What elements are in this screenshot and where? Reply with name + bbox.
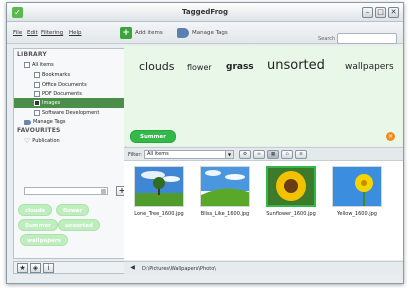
thumbnail-sunflower[interactable]: [266, 166, 316, 207]
sidebar-item-label: Publication: [32, 138, 60, 144]
thumbnail-bliss-like[interactable]: [200, 166, 250, 207]
document-icon: [34, 82, 40, 88]
chevron-down-icon: ▼: [225, 151, 233, 158]
sidebar-item-manage-tags[interactable]: Manage Tags: [24, 117, 66, 127]
clear-icon[interactable]: [101, 189, 106, 194]
current-path: D:\Pictures\Wallpapers\Photo\: [142, 266, 216, 272]
filter-bar: Filter: All items ▼ ⚙ ∞ ▦ ▫ ≡: [124, 147, 403, 161]
maximize-button[interactable]: □: [375, 7, 386, 18]
tag-icon: [24, 119, 31, 125]
active-filter-tag[interactable]: Summer: [130, 130, 176, 143]
tag-cloud-word[interactable]: unsorted: [267, 58, 325, 73]
title-bar: ✓ TaggedFrog – □ ✕: [7, 3, 403, 22]
sidebar-item-all-items[interactable]: All items: [24, 60, 54, 70]
view-large-icons-button[interactable]: ▦: [267, 150, 279, 159]
window-title: TaggedFrog: [182, 8, 228, 16]
sidebar-bottom-toolbar: ★ ◈ i: [13, 261, 126, 274]
tag-icon: [177, 28, 189, 38]
heart-icon: ♡: [24, 137, 31, 145]
favourites-header: FAVOURITES: [17, 127, 61, 134]
tag-chip-wallpapers[interactable]: wallpapers: [20, 234, 68, 246]
status-bar: ◀ D:\Pictures\Wallpapers\Photo\: [124, 261, 403, 274]
sidebar-item-bookmarks[interactable]: Bookmarks: [34, 70, 70, 80]
thumbnail-label: Yellow_1600.jpg: [337, 211, 377, 217]
menu-help[interactable]: Help: [69, 30, 82, 36]
info-button[interactable]: i: [43, 263, 54, 273]
app-window: ✓ TaggedFrog – □ ✕ File Edit Filtering H…: [6, 2, 404, 284]
tag-chip-flower[interactable]: flower: [56, 204, 90, 216]
add-items-icon: +: [120, 27, 132, 39]
sidebar-item-label: Manage Tags: [33, 119, 66, 125]
tag-cloud-word[interactable]: grass: [226, 62, 254, 72]
thumbnail-yellow[interactable]: [332, 166, 382, 207]
tag-cloud-word[interactable]: clouds: [139, 60, 175, 73]
tag-chip-unsorted[interactable]: unsorted: [58, 219, 100, 231]
play-icon[interactable]: ◀: [128, 264, 137, 272]
filter-link-button[interactable]: ∞: [253, 150, 265, 159]
filter-select[interactable]: All items ▼: [144, 150, 234, 159]
tag-cloud: clouds flower grass unsorted wallpapers …: [124, 46, 403, 146]
sidebar-tag-filter-input[interactable]: [24, 187, 108, 195]
sidebar-item-label: PDF Documents: [42, 91, 82, 97]
minimize-button[interactable]: –: [362, 7, 373, 18]
tag-search-input[interactable]: [337, 33, 397, 44]
remove-filter-icon[interactable]: ×: [386, 132, 395, 141]
menu-file[interactable]: File: [13, 30, 22, 36]
menu-filtering[interactable]: Filtering: [41, 30, 63, 36]
filter-mode-button[interactable]: ⚙: [239, 150, 251, 159]
thumbnail-lone-tree[interactable]: [134, 166, 184, 207]
thumbnail-label: Sunflower_1600.jpg: [266, 211, 316, 217]
view-small-icons-button[interactable]: ▫: [281, 150, 293, 159]
manage-tags-button[interactable]: Manage Tags: [177, 26, 228, 40]
image-icon: [34, 100, 40, 106]
code-icon: [34, 110, 40, 116]
close-button[interactable]: ✕: [388, 7, 399, 18]
sidebar-item-images[interactable]: Images: [14, 98, 125, 108]
add-items-label: Add items: [135, 30, 163, 36]
tag-chip-summer[interactable]: Summer: [18, 219, 58, 231]
items-grid: Lone_Tree_1600.jpg Bliss_Like_1600.jpg S…: [124, 161, 403, 260]
pdf-icon: [34, 91, 40, 97]
tag-cloud-word[interactable]: flower: [187, 63, 212, 72]
favourites-star-button[interactable]: ★: [17, 263, 28, 273]
sidebar-item-label: Software Development: [42, 110, 100, 116]
tag-cloud-word[interactable]: wallpapers: [345, 62, 394, 72]
sidebar-item-label: Bookmarks: [42, 72, 70, 78]
view-list-button[interactable]: ≡: [295, 150, 307, 159]
sidebar-item-label: All items: [32, 62, 54, 68]
manage-tags-label: Manage Tags: [192, 30, 228, 36]
thumbnail-label: Bliss_Like_1600.jpg: [200, 211, 250, 217]
filter-select-value: All items: [147, 151, 169, 157]
sidebar-item-publication[interactable]: ♡ Publication: [24, 136, 60, 146]
folder-icon: [24, 62, 30, 68]
sidebar: LIBRARY All items Bookmarks Office Docum…: [13, 48, 128, 259]
sidebar-item-label: Images: [42, 100, 61, 106]
sidebar-item-label: Office Documents: [42, 82, 87, 88]
bookmark-icon: [34, 72, 40, 78]
menu-edit[interactable]: Edit: [27, 30, 38, 36]
add-items-button[interactable]: + Add items: [120, 26, 163, 40]
thumbnail-label: Lone_Tree_1600.jpg: [134, 211, 184, 217]
filter-label: Filter:: [128, 152, 142, 158]
tag-chip-clouds[interactable]: clouds: [18, 204, 53, 216]
library-header: LIBRARY: [17, 51, 47, 58]
tags-button[interactable]: ◈: [30, 263, 41, 273]
menu-toolbar: File Edit Filtering Help + Add items Man…: [7, 22, 403, 44]
